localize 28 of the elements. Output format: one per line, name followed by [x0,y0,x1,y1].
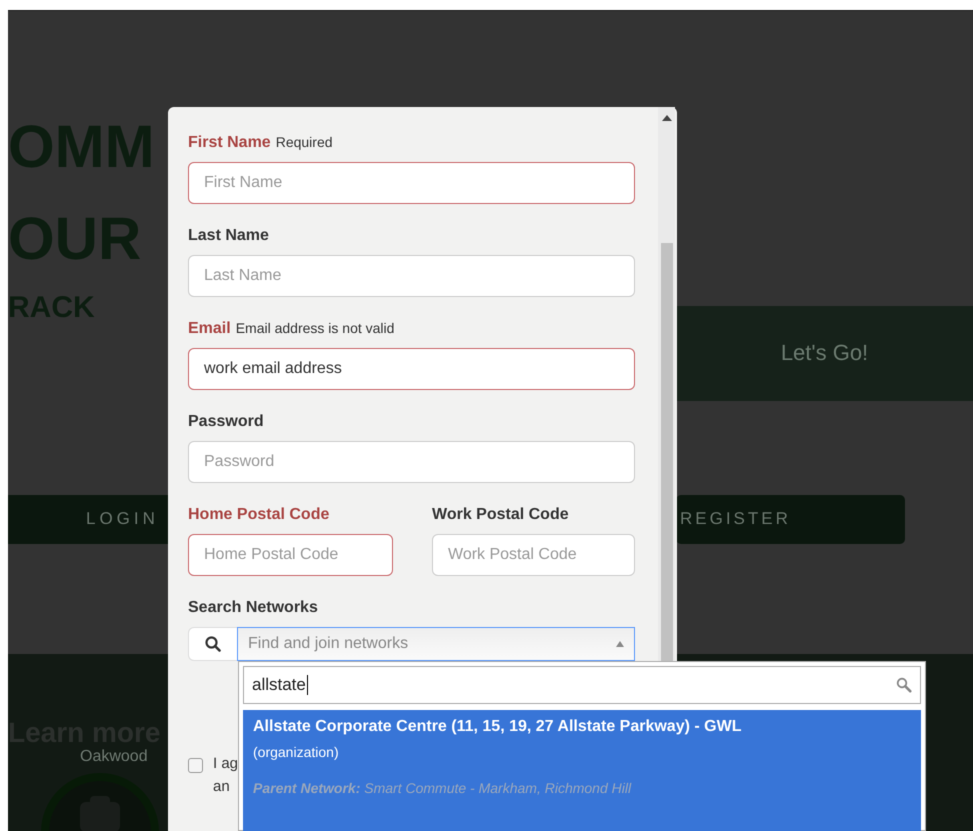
caret-icon [616,641,624,647]
input-field[interactable]: Password [188,441,635,483]
field-label: First Name [188,133,271,153]
field-label: Last Name [188,226,269,246]
terms-text: an [213,778,231,795]
network-option[interactable]: Allstate Corporate Centre (11, 15, 19, 27 Allstate Parkway) - GWL (organization) Parent Network: Smart Commute - Markham, Richmond Hill [243,710,921,831]
validation-message: Email address is not valid [236,320,394,336]
lets-go-button[interactable]: Let's Go! [676,306,973,401]
location-label: Oakwood [80,748,148,766]
input-field[interactable]: Home Postal Code [188,534,393,576]
input-field[interactable]: work email address [188,348,635,390]
field-label: Search Networks [188,598,319,618]
scroll-up-icon[interactable] [662,115,672,121]
input-field[interactable]: First Name [188,162,635,204]
register-button[interactable]: REGISTER [676,494,905,544]
terms-text: I ag [213,755,238,772]
field-label: Password [188,412,264,432]
validation-message: Required [276,134,333,150]
network-select[interactable]: Find and join networks [237,627,635,661]
input-field[interactable]: Last Name [188,255,635,297]
field-label: Email [188,319,231,339]
field-label: Home Postal Code [188,505,330,525]
terms-checkbox[interactable] [188,758,203,773]
search-icon [205,636,221,652]
search-icon [896,677,912,693]
input-field[interactable]: Work Postal Code [432,534,635,576]
field-label: Work Postal Code [432,505,570,525]
dropdown-search-field[interactable]: allstate [243,666,921,704]
